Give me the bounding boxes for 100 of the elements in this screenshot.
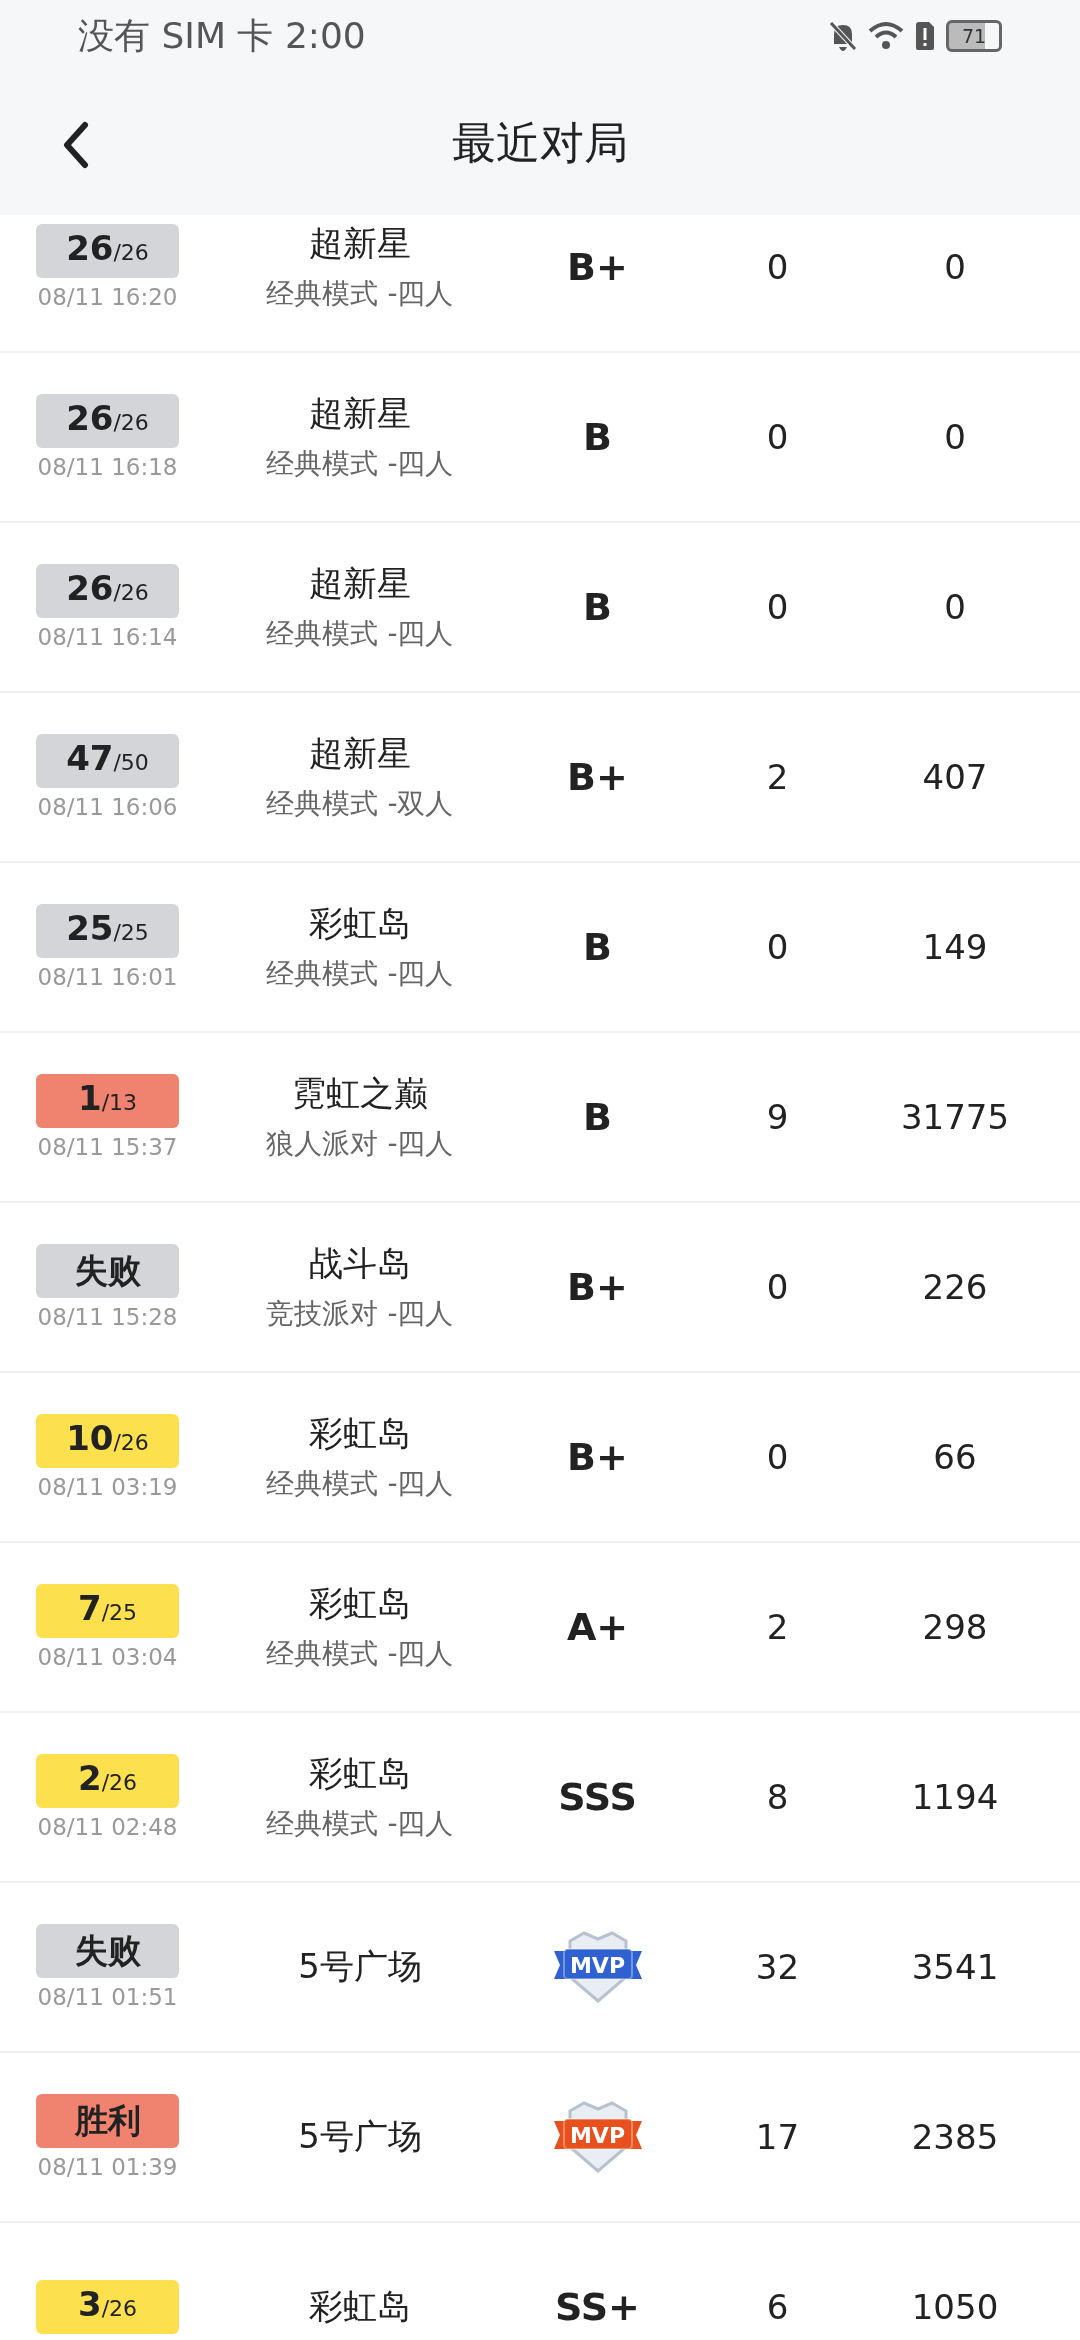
rank-badge: 25/25 (36, 904, 179, 958)
match-row[interactable]: 7/25 08/11 03:04 彩虹岛 经典模式 -四人 A+ 2 298 (0, 1543, 1080, 1713)
bell-off-icon (828, 20, 858, 52)
rank-badge: 3/26 (36, 2280, 179, 2334)
match-row[interactable]: 失败 08/11 15:28 战斗岛 竞技派对 -四人 B+ 0 226 (0, 1203, 1080, 1373)
result-badge: 胜利 (36, 2094, 179, 2148)
match-row[interactable]: 胜利 08/11 01:39 5号广场 MVP 17 2385 (0, 2053, 1080, 2223)
game-mode: 经典模式 -双人 (266, 786, 454, 822)
table-cell: 407 (922, 757, 988, 797)
grade: SS+ (555, 2285, 640, 2329)
map-name: 超新星 (309, 732, 411, 775)
game-mode: 经典模式 -四人 (266, 1636, 454, 1672)
table-cell: 32 (755, 1947, 800, 1987)
match-date: 08/11 01:39 (37, 2154, 178, 2180)
map-name: 5号广场 (298, 2115, 422, 2158)
match-date: 08/11 16:01 (37, 964, 178, 990)
table-cell: 1194 (911, 1777, 999, 1817)
table-cell: 226 (922, 1267, 988, 1307)
grade: B+ (567, 1435, 628, 1479)
match-row[interactable]: 47/50 08/11 16:06 超新星 经典模式 -双人 B+ 2 407 (0, 693, 1080, 863)
map-name: 超新星 (309, 222, 411, 265)
match-date: 08/11 03:04 (37, 1644, 178, 1670)
match-date: 08/11 16:18 (37, 454, 178, 480)
table-cell: 0 (766, 1437, 789, 1477)
table-cell: 1050 (911, 2287, 999, 2327)
game-mode: 经典模式 -四人 (266, 276, 454, 312)
grade: B+ (567, 755, 628, 799)
map-name: 彩虹岛 (309, 902, 411, 945)
grade: B+ (567, 1265, 628, 1309)
match-row[interactable]: 2/26 08/11 02:48 彩虹岛 经典模式 -四人 SSS 8 1194 (0, 1713, 1080, 1883)
game-mode: 经典模式 -四人 (266, 1466, 454, 1502)
map-name: 彩虹岛 (309, 1752, 411, 1795)
match-row[interactable]: 26/26 08/11 16:18 超新星 经典模式 -四人 B 0 0 (0, 353, 1080, 523)
match-date: 08/11 03:19 (37, 1474, 178, 1500)
result-badge: 失败 (36, 1244, 179, 1298)
match-row[interactable]: 1/13 08/11 15:37 霓虹之巅 狼人派对 -四人 B 9 31775 (0, 1033, 1080, 1203)
table-cell: 0 (766, 927, 789, 967)
grade: SSS (558, 1775, 637, 1819)
table-cell: 31775 (900, 1097, 1010, 1137)
sim-alert-icon (914, 21, 936, 51)
map-name: 5号广场 (298, 1945, 422, 1988)
table-cell: 298 (922, 1607, 988, 1647)
table-cell: 2 (766, 1607, 789, 1647)
game-mode: 经典模式 -四人 (266, 1806, 454, 1842)
table-cell: 6 (766, 2287, 789, 2327)
grade: B (583, 585, 612, 629)
game-mode: 经典模式 -四人 (266, 446, 454, 482)
table-cell: 0 (766, 247, 789, 287)
rank-badge: 1/13 (36, 1074, 179, 1128)
match-date: 08/11 16:20 (37, 284, 178, 310)
result-badge: 失败 (36, 1924, 179, 1978)
table-cell: 3541 (911, 1947, 999, 1987)
map-name: 彩虹岛 (309, 1582, 411, 1625)
match-date: 08/11 15:37 (37, 1134, 178, 1160)
match-row[interactable]: 失败 08/11 01:51 5号广场 MVP 32 3541 (0, 1883, 1080, 2053)
match-row[interactable]: 10/26 08/11 03:19 彩虹岛 经典模式 -四人 B+ 0 66 (0, 1373, 1080, 1543)
game-mode: 经典模式 -四人 (266, 616, 454, 652)
map-name: 彩虹岛 (309, 1412, 411, 1455)
match-date: 08/11 01:51 (37, 1984, 178, 2010)
map-name: 霓虹之巅 (292, 1072, 428, 1115)
game-mode: 经典模式 -四人 (266, 956, 454, 992)
table-cell: 0 (766, 587, 789, 627)
page-title: 最近对局 (452, 116, 628, 170)
wifi-icon (868, 21, 904, 51)
battery-icon: 71 (946, 20, 1002, 52)
rank-badge: 7/25 (36, 1584, 179, 1638)
grade: B (583, 925, 612, 969)
table-cell: 0 (944, 587, 966, 627)
grade: A+ (566, 1605, 629, 1649)
rank-badge: 26/26 (36, 564, 179, 618)
table-cell: 0 (944, 247, 966, 287)
match-date: 08/11 02:48 (37, 1814, 178, 1840)
table-cell: 149 (922, 927, 988, 967)
match-row[interactable]: 26/26 08/11 16:20 超新星 经典模式 -四人 B+ 0 0 (0, 215, 1080, 353)
rank-badge: 47/50 (36, 734, 179, 788)
rank-badge: 2/26 (36, 1754, 179, 1808)
table-cell: 9 (766, 1097, 789, 1137)
status-carrier-time: 没有 SIM 卡 2:00 (78, 13, 366, 58)
rank-badge: 10/26 (36, 1414, 179, 1468)
mvp-label: MVP (568, 1953, 626, 1978)
grade: B (583, 415, 612, 459)
grade: B+ (567, 245, 628, 289)
table-cell: 66 (933, 1437, 977, 1477)
game-mode: 狼人派对 -四人 (266, 1126, 454, 1162)
map-name: 超新星 (309, 392, 411, 435)
game-mode: 竞技派对 -四人 (266, 1296, 454, 1332)
rank-badge: 26/26 (36, 224, 179, 278)
table-cell: 0 (766, 1267, 789, 1307)
match-row[interactable]: 26/26 08/11 16:14 超新星 经典模式 -四人 B 0 0 (0, 523, 1080, 693)
table-cell: 0 (766, 417, 789, 457)
table-cell: 2385 (911, 2117, 999, 2157)
rank-badge: 26/26 (36, 394, 179, 448)
match-row[interactable]: 25/25 08/11 16:01 彩虹岛 经典模式 -四人 B 0 149 (0, 863, 1080, 1033)
table-cell: 0 (944, 417, 966, 457)
match-row[interactable]: 3/26 彩虹岛 SS+ 6 1050 (0, 2223, 1080, 2340)
match-date: 08/11 16:14 (37, 624, 178, 650)
match-date: 08/11 16:06 (37, 794, 178, 820)
match-date: 08/11 15:28 (37, 1304, 178, 1330)
map-name: 超新星 (309, 562, 411, 605)
table-cell: 8 (766, 1777, 789, 1817)
